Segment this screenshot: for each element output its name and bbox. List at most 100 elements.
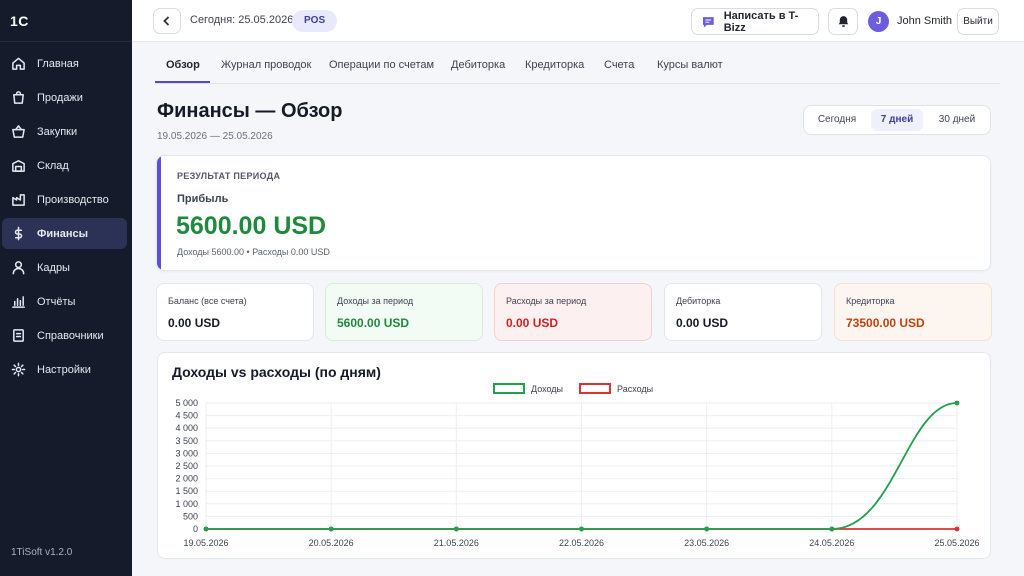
basket-icon xyxy=(10,124,26,140)
legend-label: Доходы xyxy=(531,384,563,394)
x-tick-label: 22.05.2026 xyxy=(559,538,604,548)
finance-tabs: Обзор Журнал проводок Операции по счетам… xyxy=(155,42,1000,84)
period-7-days-button[interactable]: 7 дней xyxy=(871,109,923,131)
profit-detail: Доходы 5600.00 • Расходы 0.00 USD xyxy=(177,247,330,257)
today-date: Сегодня: 25.05.2026 xyxy=(190,14,294,26)
tab-overview[interactable]: Обзор xyxy=(155,42,210,83)
data-point xyxy=(954,526,960,532)
sidebar-item-warehouse[interactable]: Склад xyxy=(2,150,127,181)
y-tick-label: 0 xyxy=(193,524,198,534)
tab-exchange-rates[interactable]: Курсы валют xyxy=(657,42,723,83)
sidebar-item-settings[interactable]: Настройки xyxy=(2,354,127,385)
shopping-bag-icon xyxy=(10,90,26,106)
period-result-card: РЕЗУЛЬТАТ ПЕРИОДА Прибыль 5600.00 USD До… xyxy=(156,155,991,271)
kpi-value: 0.00 USD xyxy=(506,316,559,330)
profit-label: Прибыль xyxy=(177,193,229,205)
y-tick-label: 3 500 xyxy=(175,436,198,446)
warehouse-icon xyxy=(10,158,26,174)
y-tick-label: 4 000 xyxy=(175,423,198,433)
avatar[interactable]: J xyxy=(868,11,889,32)
user-icon xyxy=(10,260,26,276)
tbizz-button-label: Написать в T-Bizz xyxy=(723,9,799,34)
chevron-left-icon xyxy=(163,16,170,26)
kpi-label: Дебиторка xyxy=(676,296,721,306)
accent-bar xyxy=(157,156,161,270)
data-point xyxy=(954,400,960,406)
tab-journal[interactable]: Журнал проводок xyxy=(221,42,311,83)
x-tick-label: 23.05.2026 xyxy=(684,538,729,548)
period-today-button[interactable]: Сегодня xyxy=(808,109,866,131)
period-selector: Сегодня 7 дней 30 дней xyxy=(803,105,991,135)
tab-accounts[interactable]: Счета xyxy=(604,42,634,83)
sidebar-item-reports[interactable]: Отчёты xyxy=(2,286,127,317)
kpi-value: 0.00 USD xyxy=(168,316,221,330)
data-point xyxy=(203,526,209,532)
x-tick-label: 21.05.2026 xyxy=(434,538,479,548)
x-tick-label: 20.05.2026 xyxy=(309,538,354,548)
sidebar-item-finance[interactable]: Финансы xyxy=(2,218,127,249)
y-tick-label: 1 000 xyxy=(175,499,198,509)
back-button[interactable] xyxy=(153,8,181,34)
sidebar-item-label: Главная xyxy=(37,57,79,70)
tbizz-button[interactable]: Написать в T-Bizz xyxy=(691,8,819,35)
data-point xyxy=(704,526,710,532)
logout-button[interactable]: Выйти xyxy=(957,8,999,35)
kpi-label: Доходы за период xyxy=(337,296,414,306)
y-tick-label: 3 000 xyxy=(175,448,198,458)
sidebar-item-label: Закупки xyxy=(37,125,78,138)
sidebar-item-label: Отчёты xyxy=(37,295,76,308)
legend-label: Расходы xyxy=(617,384,653,394)
top-bar: Сегодня: 25.05.2026 POS Написать в T-Biz… xyxy=(132,0,1024,42)
sidebar-item-label: Кадры xyxy=(37,261,70,274)
sidebar-item-purchases[interactable]: Закупки xyxy=(2,116,127,147)
sidebar-item-label: Финансы xyxy=(37,227,89,240)
legend-swatch xyxy=(493,383,525,394)
x-tick-label: 25.05.2026 xyxy=(934,538,979,548)
kpi-balance-card: Баланс (все счета) 0.00 USD xyxy=(156,283,314,341)
page-date-range: 19.05.2026 — 25.05.2026 xyxy=(157,131,273,142)
sidebar-item-label: Производство xyxy=(37,193,109,206)
sidebar-item-references[interactable]: Справочники xyxy=(2,320,127,351)
period-30-days-button[interactable]: 30 дней xyxy=(928,109,986,131)
pos-badge[interactable]: POS xyxy=(292,10,338,32)
factory-icon xyxy=(10,192,26,208)
home-icon xyxy=(10,56,26,72)
y-tick-label: 500 xyxy=(183,511,198,521)
y-tick-label: 2 000 xyxy=(175,474,198,484)
sidebar-item-home[interactable]: Главная xyxy=(2,48,127,79)
kpi-expenses-card: Расходы за период 0.00 USD xyxy=(494,283,652,341)
sidebar-divider xyxy=(0,41,132,42)
app-logo[interactable]: 1С xyxy=(10,13,29,29)
book-icon xyxy=(10,328,26,344)
kpi-payables-card: Кредиторка 73500.00 USD xyxy=(834,283,992,341)
data-point xyxy=(829,526,835,532)
page-title: Финансы — Обзор xyxy=(157,100,343,122)
kpi-label: Расходы за период xyxy=(506,296,587,306)
app-version: 1TiSoft v1.2.0 xyxy=(11,547,73,558)
sidebar-item-label: Настройки xyxy=(37,363,91,376)
result-section-label: РЕЗУЛЬТАТ ПЕРИОДА xyxy=(177,171,281,181)
dollar-icon xyxy=(10,226,26,242)
sidebar-item-sales[interactable]: Продажи xyxy=(2,82,127,113)
data-point xyxy=(328,526,334,532)
tab-account-operations[interactable]: Операции по счетам xyxy=(329,42,434,83)
user-name[interactable]: John Smith xyxy=(897,15,952,27)
kpi-value: 0.00 USD xyxy=(676,316,729,330)
kpi-label: Кредиторка xyxy=(846,296,895,306)
kpi-value: 73500.00 USD xyxy=(846,316,925,330)
notifications-button[interactable] xyxy=(828,8,858,35)
sidebar-item-hr[interactable]: Кадры xyxy=(2,252,127,283)
kpi-label: Баланс (все счета) xyxy=(168,296,247,306)
x-tick-label: 24.05.2026 xyxy=(809,538,854,548)
gear-icon xyxy=(10,362,26,378)
tab-payables[interactable]: Кредиторка xyxy=(525,42,584,83)
kpi-value: 5600.00 USD xyxy=(337,316,410,330)
income-expenses-chart: 0 500 1 000 1 500 2 000 2 500 3 000 3 500 4 000 4… xyxy=(175,383,980,548)
legend-swatch xyxy=(579,383,611,394)
sidebar-item-label: Справочники xyxy=(37,329,104,342)
y-tick-label: 4 500 xyxy=(175,411,198,421)
tab-receivables[interactable]: Дебиторка xyxy=(451,42,505,83)
kpi-income-card: Доходы за период 5600.00 USD xyxy=(325,283,483,341)
sidebar-item-label: Склад xyxy=(37,159,69,172)
sidebar-item-production[interactable]: Производство xyxy=(2,184,127,215)
